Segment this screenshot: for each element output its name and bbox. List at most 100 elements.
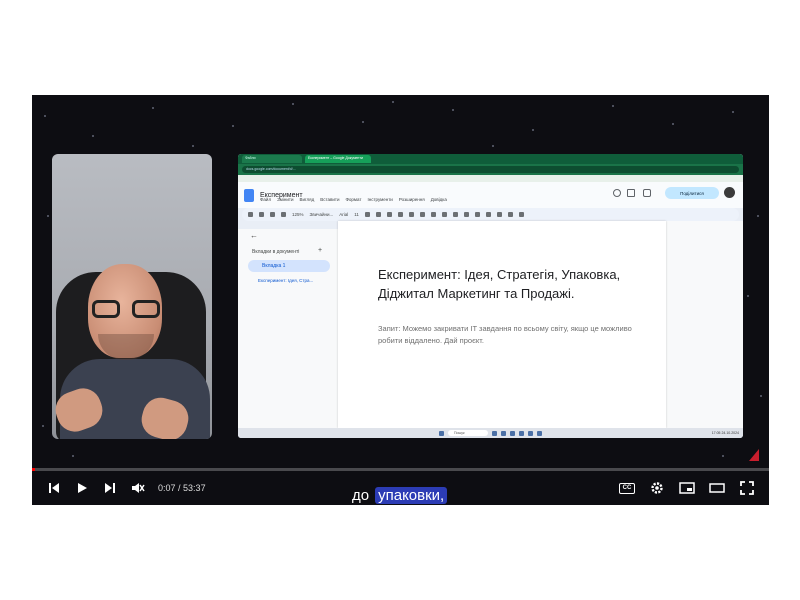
star [532, 129, 534, 131]
star [732, 111, 734, 113]
mute-icon[interactable] [124, 476, 152, 500]
document-page[interactable]: Експеримент: Ідея, Стратегія, Упаковка, … [338, 221, 666, 428]
star [747, 295, 749, 297]
star [760, 395, 762, 397]
taskbar-app-icon[interactable] [519, 430, 524, 436]
cc-icon[interactable]: CC [613, 476, 641, 500]
docs-workspace: ← Вкладки в документі + Вкладка 1 Експер… [238, 221, 743, 428]
time-current: 0:07 [158, 483, 176, 493]
clear-formatting-icon[interactable] [518, 212, 524, 217]
underline-icon[interactable] [386, 212, 392, 217]
theater-icon[interactable] [703, 476, 731, 500]
link-icon[interactable] [419, 212, 425, 217]
meet-icon[interactable] [643, 189, 651, 197]
numbered-list-icon[interactable] [496, 212, 502, 217]
bold-icon[interactable] [364, 212, 370, 217]
document-prompt-text[interactable]: Запит: Можемо закривати IT завдання по в… [378, 323, 638, 347]
docs-logo-icon[interactable] [244, 188, 254, 202]
redo-icon[interactable] [270, 212, 275, 217]
skip-next-icon[interactable] [96, 476, 124, 500]
account-avatar[interactable] [724, 187, 735, 198]
star [492, 145, 494, 147]
star [42, 425, 44, 427]
taskbar-app-icon[interactable] [492, 430, 497, 436]
text-color-icon[interactable] [397, 212, 403, 217]
history-icon[interactable] [613, 189, 621, 197]
star [672, 123, 674, 125]
star [47, 215, 49, 217]
play-icon[interactable] [68, 476, 96, 500]
start-icon[interactable] [439, 430, 444, 436]
menu-format[interactable]: Формат [345, 197, 361, 202]
menu-extensions[interactable]: Розширення [399, 197, 425, 202]
screen-share: Файли Експеримент – Google Документи doc… [238, 154, 743, 438]
star [44, 115, 46, 117]
document-tabs-title: Вкладки в документі [252, 249, 300, 255]
star [152, 107, 154, 109]
url-field[interactable]: docs.google.com/document/d/... [242, 166, 739, 173]
star [722, 455, 724, 457]
timecode: 0:07 / 53:37 [158, 483, 206, 493]
star [92, 135, 94, 137]
browser-tab-bar: Файли Експеримент – Google Документи [238, 154, 743, 164]
italic-icon[interactable] [375, 212, 381, 217]
cc-label: CC [619, 482, 635, 494]
settings-icon[interactable] [643, 476, 671, 500]
share-button[interactable]: Поділитися [665, 187, 719, 199]
browser-tab-active[interactable]: Експеримент – Google Документи [305, 155, 371, 163]
document-tabs-panel: ← Вкладки в документі + Вкладка 1 Експер… [238, 229, 334, 428]
webcam-feed [52, 154, 212, 439]
highlight-icon[interactable] [408, 212, 414, 217]
checklist-icon[interactable] [474, 212, 480, 217]
taskbar-app-icon[interactable] [528, 430, 533, 436]
document-tab-label: Вкладка 1 [262, 263, 286, 269]
indent-icon[interactable] [507, 212, 513, 217]
corner-marker [749, 449, 759, 461]
taskbar-search[interactable]: Пошук [448, 430, 488, 436]
right-controls: CC [613, 476, 761, 500]
menu-view[interactable]: Вигляд [299, 197, 314, 202]
add-tab-icon[interactable]: + [318, 247, 322, 254]
taskbar-app-icon[interactable] [501, 430, 506, 436]
taskbar-clock: 17:05 24.10.2024 [712, 431, 739, 435]
docs-header: Експеримент Файл Змінити Вигляд Вставити… [238, 182, 743, 208]
fullscreen-icon[interactable] [733, 476, 761, 500]
print-icon[interactable] [281, 212, 286, 217]
style-select[interactable]: Звичайни... [310, 212, 334, 217]
miniplayer-icon[interactable] [673, 476, 701, 500]
undo-icon[interactable] [259, 212, 264, 217]
document-heading[interactable]: Експеримент: Ідея, Стратегія, Упаковка, … [378, 265, 646, 303]
outline-item[interactable]: Експеримент: Ідея, Стра... [258, 278, 313, 283]
taskbar-app-icon[interactable] [510, 430, 515, 436]
video-player[interactable]: Файли Експеримент – Google Документи doc… [32, 95, 769, 505]
menu-edit[interactable]: Змінити [277, 197, 293, 202]
zoom-select[interactable]: 125% [292, 212, 304, 217]
docs-toolbar: 125% Звичайни... Arial 11 [242, 208, 739, 221]
line-spacing-icon[interactable] [463, 212, 469, 217]
star [232, 125, 234, 127]
font-size-input[interactable]: 11 [354, 212, 359, 217]
time-total: 53:37 [183, 483, 206, 493]
menu-tools[interactable]: Інструменти [367, 197, 392, 202]
taskbar-app-icon[interactable] [537, 430, 542, 436]
back-arrow-icon[interactable]: ← [250, 231, 258, 240]
star [392, 101, 394, 103]
browser-address-bar[interactable]: docs.google.com/document/d/... [238, 164, 743, 175]
comments-icon[interactable] [627, 189, 635, 197]
search-menus-icon[interactable] [248, 212, 253, 217]
image-icon[interactable] [441, 212, 447, 217]
menu-file[interactable]: Файл [260, 197, 271, 202]
browser-tab[interactable]: Файли [242, 155, 302, 163]
bulleted-list-icon[interactable] [485, 212, 491, 217]
document-tab-item[interactable]: Вкладка 1 [248, 260, 330, 272]
skip-back-icon[interactable] [40, 476, 68, 500]
menu-help[interactable]: Довідка [431, 197, 447, 202]
align-icon[interactable] [452, 212, 458, 217]
clock-date: 24.10.2024 [721, 431, 739, 435]
star [452, 109, 454, 111]
menu-insert[interactable]: Вставити [320, 197, 339, 202]
clock-time: 17:05 [711, 431, 721, 435]
star [292, 103, 294, 105]
comment-icon[interactable] [430, 212, 436, 217]
font-select[interactable]: Arial [339, 212, 348, 217]
